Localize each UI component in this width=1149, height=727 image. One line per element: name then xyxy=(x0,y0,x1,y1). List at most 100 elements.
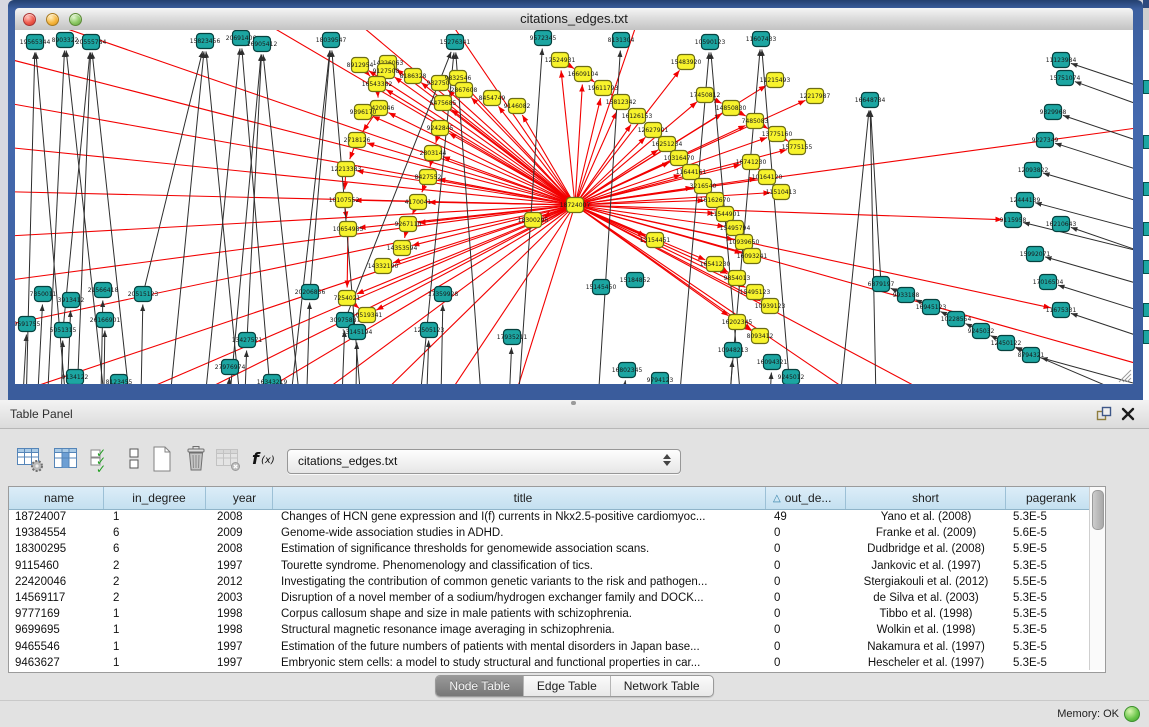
graph-edge[interactable] xyxy=(305,302,310,384)
table-row[interactable]: 1938455462009Genome-wide association stu… xyxy=(9,525,1090,541)
graph-node-label: 8903322 xyxy=(52,37,79,44)
graph-node-label: 12450122 xyxy=(991,340,1022,347)
graph-node-label: 5475685 xyxy=(430,100,457,107)
graph-edge[interactable] xyxy=(35,304,42,384)
table-row[interactable]: 977716911998Corpus callosum shape and si… xyxy=(9,606,1090,622)
table-row[interactable]: 946362711997Embryonic stem cells: a mode… xyxy=(9,655,1090,671)
table-cell: 22420046 xyxy=(9,574,104,590)
table-select-dropdown[interactable]: citations_edges.txt xyxy=(287,449,681,474)
vertical-scrollbar[interactable] xyxy=(1089,487,1105,670)
graph-node-label: 9794123 xyxy=(647,377,674,384)
table-row[interactable]: 1830029562008Estimation of significance … xyxy=(9,541,1090,557)
column-header-title[interactable]: title xyxy=(273,487,766,509)
column-header-out_de[interactable]: △out_de... xyxy=(766,487,846,509)
panel-drag-handle[interactable] xyxy=(571,401,576,405)
table-row[interactable]: 1456911722003Disruption of a novel membe… xyxy=(9,590,1090,606)
graph-edge[interactable] xyxy=(1071,227,1133,270)
graph-edge[interactable] xyxy=(1075,82,1133,125)
row-select-icon[interactable]: ✓ ✓ ✓ xyxy=(88,444,116,474)
column-header-in_degree[interactable]: in_degree xyxy=(104,487,206,509)
resize-grip-icon[interactable] xyxy=(1119,370,1131,382)
new-document-icon[interactable] xyxy=(148,444,176,474)
delete-table-disabled-icon xyxy=(214,444,242,474)
column-header-year[interactable]: year xyxy=(206,487,273,509)
table-cell: 9115460 xyxy=(9,558,104,574)
table-cell: Tibbo et al. (1998) xyxy=(846,606,1006,622)
close-icon[interactable] xyxy=(1119,405,1137,423)
column-header-pagerank[interactable]: pagerank xyxy=(1006,487,1090,509)
table-settings-icon[interactable] xyxy=(16,444,44,474)
graph-edge[interactable] xyxy=(1063,115,1133,160)
graph-edge[interactable] xyxy=(575,205,1003,220)
graph-node-label: 16126153 xyxy=(622,113,653,120)
status-bar: Memory: OK xyxy=(0,700,1149,727)
scrollbar-thumb[interactable] xyxy=(1092,490,1104,530)
graph-edge[interactable] xyxy=(310,50,330,292)
graph-node-label: 4170041 xyxy=(405,199,432,206)
column-header-short[interactable]: short xyxy=(846,487,1006,509)
graph-edge[interactable] xyxy=(25,52,35,384)
graph-edge[interactable] xyxy=(575,205,1035,384)
graph-node-label: 15184852 xyxy=(620,277,651,284)
graph-edge[interactable] xyxy=(355,342,357,384)
tab-edge-table[interactable]: Edge Table xyxy=(524,676,611,696)
graph-edge[interactable] xyxy=(345,52,451,320)
graph-edge[interactable] xyxy=(507,347,512,384)
table-row[interactable]: 911546021997Tourette syndrome. Phenomeno… xyxy=(9,558,1090,574)
graph-edge[interactable] xyxy=(767,372,771,384)
graph-node-label: 10316470 xyxy=(664,155,695,162)
table-row[interactable]: 2242004622012Investigating the contribut… xyxy=(9,574,1090,590)
graph-edge[interactable] xyxy=(870,110,877,384)
merge-cells-icon[interactable] xyxy=(120,444,148,474)
graph-edge[interactable] xyxy=(92,52,135,384)
table-cell: Stergiakouli et al. (2012) xyxy=(846,574,1006,590)
table-row[interactable]: 946554611997Estimation of the future num… xyxy=(9,639,1090,655)
graph-edge[interactable] xyxy=(615,380,625,384)
graph-node-label: 17450812 xyxy=(690,92,721,99)
graph-node-label: 14850830 xyxy=(716,105,747,112)
function-builder-icon[interactable]: f (x) xyxy=(250,444,282,474)
float-window-icon[interactable] xyxy=(1095,405,1113,423)
graph-edge[interactable] xyxy=(440,304,443,384)
graph-edge[interactable] xyxy=(15,90,575,205)
network-window-titlebar[interactable]: citations_edges.txt xyxy=(15,8,1133,31)
graph-node-label: 8131304 xyxy=(608,37,635,44)
column-label: title xyxy=(514,491,533,505)
table-cell: 2008 xyxy=(206,541,273,557)
graph-edge[interactable] xyxy=(1071,313,1133,355)
table-cell: 5.3E-5 xyxy=(1006,558,1090,574)
network-canvas[interactable]: 1956534489033222055578415823456206914061… xyxy=(15,30,1133,384)
graph-edge[interactable] xyxy=(285,50,330,384)
graph-edge[interactable] xyxy=(1041,358,1133,384)
graph-node-label: 16543382 xyxy=(362,81,393,88)
graph-edge[interactable] xyxy=(1055,143,1133,188)
table-row[interactable]: 1872400712008Changes of HCN gene express… xyxy=(9,509,1090,525)
graph-edge[interactable] xyxy=(143,51,203,294)
tab-network-table[interactable]: Network Table xyxy=(611,676,713,696)
column-visibility-icon[interactable] xyxy=(52,444,80,474)
table-row[interactable]: 969969511998Structural magnetic resonanc… xyxy=(9,622,1090,638)
graph-edge[interactable] xyxy=(1043,173,1133,218)
dropdown-arrows-icon xyxy=(663,454,672,466)
graph-node-label: 16210643 xyxy=(1046,221,1077,228)
graph-node-label: 26166901 xyxy=(90,317,121,324)
graph-node-label: 12627901 xyxy=(638,127,669,134)
graph-edge[interactable] xyxy=(63,52,90,330)
graph-node-label: 11644161 xyxy=(676,169,707,176)
network-graph[interactable]: 1956534489033222055578415823456206914061… xyxy=(15,30,1133,384)
graph-edge[interactable] xyxy=(451,109,575,205)
graph-edge[interactable] xyxy=(495,205,575,384)
graph-edge[interactable] xyxy=(140,304,143,384)
graph-edge[interactable] xyxy=(75,52,91,384)
graph-edge[interactable] xyxy=(727,360,732,384)
column-label: name xyxy=(44,491,74,505)
graph-edge[interactable] xyxy=(103,330,105,384)
graph-edge[interactable] xyxy=(20,334,26,384)
graph-node-label: 18039547 xyxy=(316,37,347,44)
table-cell: 5.9E-5 xyxy=(1006,541,1090,557)
column-label: in_degree xyxy=(132,491,185,505)
delete-column-icon[interactable] xyxy=(182,444,210,474)
column-header-name[interactable]: name xyxy=(9,487,104,509)
tab-node-table[interactable]: Node Table xyxy=(436,676,524,696)
graph-edge[interactable] xyxy=(835,110,869,384)
